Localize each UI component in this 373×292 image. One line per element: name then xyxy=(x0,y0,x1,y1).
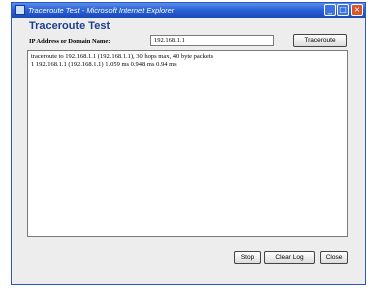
maximize-button[interactable]: □ xyxy=(337,4,349,16)
log-line: 1 192.168.1.1 (192.168.1.1) 1.059 ms 0.9… xyxy=(31,61,177,68)
ip-address-label: IP Address or Domain Name: xyxy=(29,38,111,45)
close-button[interactable]: Close xyxy=(320,251,348,264)
minimize-button[interactable]: _ xyxy=(324,4,336,16)
traceroute-button[interactable]: Traceroute xyxy=(293,34,347,47)
stop-button[interactable]: Stop xyxy=(234,251,261,264)
title-bar[interactable]: Traceroute Test - Microsoft Internet Exp… xyxy=(12,3,365,18)
ie-icon xyxy=(15,5,25,15)
window-title: Traceroute Test - Microsoft Internet Exp… xyxy=(28,6,175,15)
page-title: Traceroute Test xyxy=(29,20,111,32)
log-line: traceroute to 192.168.1.1 (192.168.1.1),… xyxy=(31,53,214,60)
ip-address-input[interactable]: 192.168.1.1 xyxy=(150,35,274,46)
clear-log-button[interactable]: Clear Log xyxy=(264,251,315,264)
close-window-button[interactable]: × xyxy=(351,4,363,16)
traceroute-log[interactable]: traceroute to 192.168.1.1 (192.168.1.1),… xyxy=(27,50,348,237)
